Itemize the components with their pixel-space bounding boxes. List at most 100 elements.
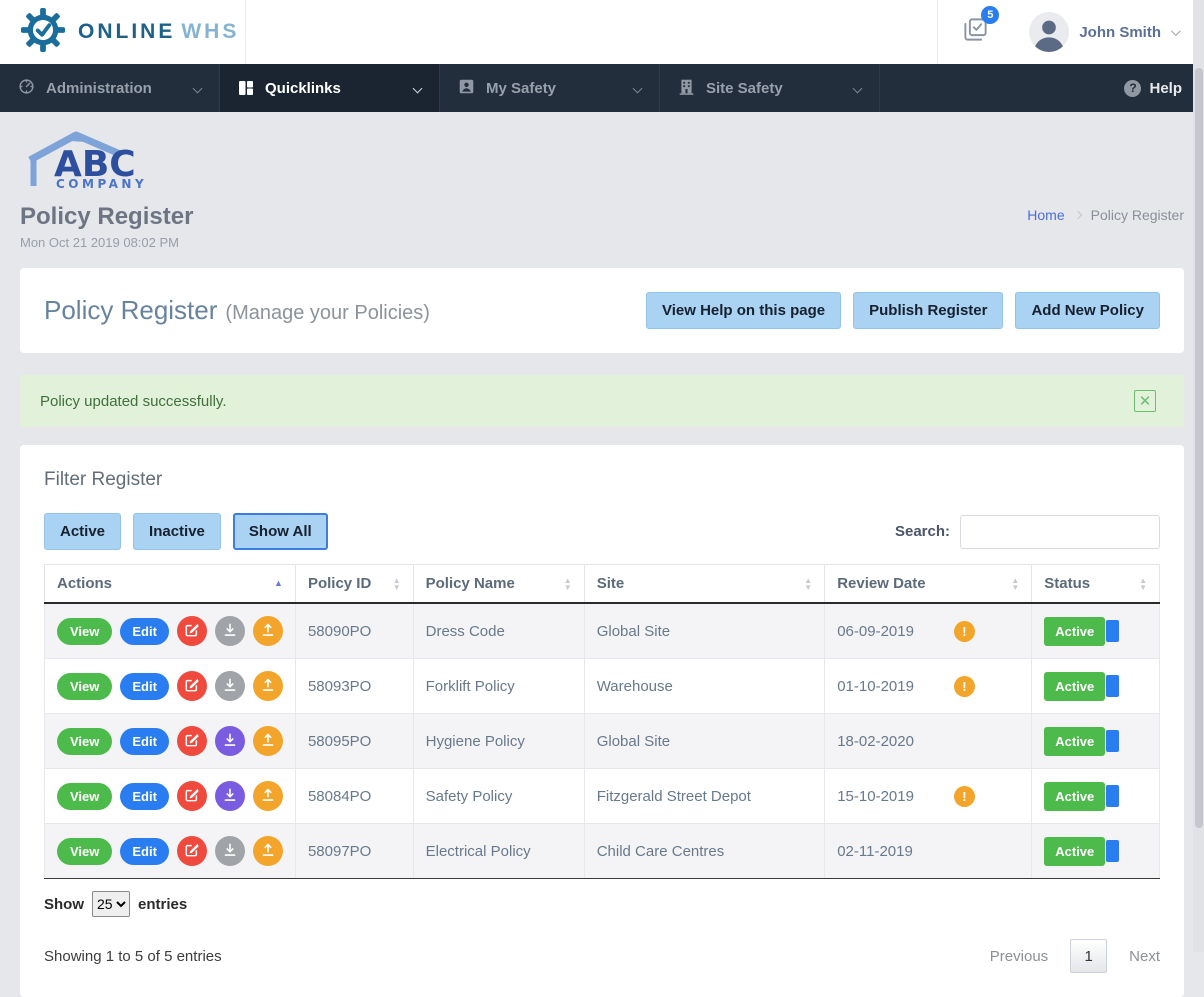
column-header-review-date[interactable]: Review Date▲▼ xyxy=(825,565,1032,604)
policy-name-cell: Forklift Policy xyxy=(413,659,584,714)
review-date-cell: 02-11-2019 xyxy=(837,843,913,860)
scrollbar-track[interactable] xyxy=(1193,0,1204,952)
view-button[interactable]: View xyxy=(57,618,112,645)
column-header-actions[interactable]: Actions▲ xyxy=(45,565,296,604)
main-nav: Administration Quicklinks My Safety xyxy=(0,64,1204,112)
site-cell: Fitzgerald Street Depot xyxy=(584,769,825,824)
table-row: ViewEdit58084POSafety PolicyFitzgerald S… xyxy=(45,769,1160,824)
upload-icon xyxy=(261,843,275,860)
review-date-cell: 18-02-2020 xyxy=(837,733,914,750)
nav-item-my-safety[interactable]: My Safety xyxy=(440,64,660,112)
policy-id-cell: 58097PO xyxy=(295,824,413,879)
column-header-policy-id[interactable]: Policy ID▲▼ xyxy=(295,565,413,604)
download-icon xyxy=(223,788,237,805)
upload-button[interactable] xyxy=(253,836,283,866)
edit-button[interactable]: Edit xyxy=(120,673,169,700)
tasks-check-icon xyxy=(962,30,989,47)
table-row: ViewEdit58093POForklift PolicyWarehouse0… xyxy=(45,659,1160,714)
user-menu[interactable]: John Smith xyxy=(1013,0,1204,64)
page-datetime: Mon Oct 21 2019 08:02 PM xyxy=(20,235,193,250)
status-badge[interactable]: Active xyxy=(1044,617,1147,646)
nav-label: Quicklinks xyxy=(265,80,341,97)
edit-button[interactable]: Edit xyxy=(120,618,169,645)
breadcrumb-home-link[interactable]: Home xyxy=(1027,207,1064,223)
nav-item-help[interactable]: ? Help xyxy=(1102,64,1204,112)
id-card-icon xyxy=(458,78,475,99)
exclamation-circle-icon: ! xyxy=(954,676,975,697)
notification-badge: 5 xyxy=(981,6,999,24)
view-button[interactable]: View xyxy=(57,673,112,700)
view-button[interactable]: View xyxy=(57,838,112,865)
nav-label: Site Safety xyxy=(706,80,783,97)
filter-show-all-button[interactable]: Show All xyxy=(233,513,328,550)
edit-button[interactable]: Edit xyxy=(120,728,169,755)
breadcrumb-current: Policy Register xyxy=(1091,207,1184,223)
notifications-button[interactable]: 5 xyxy=(962,16,989,48)
page-size-select[interactable]: 25 xyxy=(92,891,130,917)
chevron-down-icon xyxy=(413,83,423,93)
view-button[interactable]: View xyxy=(57,728,112,755)
download-button[interactable] xyxy=(215,781,245,811)
page-number-button[interactable]: 1 xyxy=(1070,939,1107,973)
brand-logo[interactable]: ONLINEWHS xyxy=(0,0,246,64)
download-button[interactable] xyxy=(215,836,245,866)
edit-note-button[interactable] xyxy=(177,836,207,866)
filter-register-panel: Filter Register Active Inactive Show All… xyxy=(20,445,1184,997)
scrollbar-thumb[interactable] xyxy=(1195,68,1203,828)
edit-button[interactable]: Edit xyxy=(120,783,169,810)
column-header-policy-name[interactable]: Policy Name▲▼ xyxy=(413,565,584,604)
status-badge[interactable]: Active xyxy=(1044,782,1147,811)
filter-inactive-button[interactable]: Inactive xyxy=(133,513,221,550)
upload-button[interactable] xyxy=(253,671,283,701)
site-cell: Global Site xyxy=(584,714,825,769)
entries-summary: Showing 1 to 5 of 5 entries xyxy=(44,948,222,965)
view-help-button[interactable]: View Help on this page xyxy=(646,292,841,329)
add-new-policy-button[interactable]: Add New Policy xyxy=(1015,292,1160,329)
edit-note-button[interactable] xyxy=(177,781,207,811)
pagination: Previous 1 Next xyxy=(990,939,1160,973)
table-row: ViewEdit58090PODress CodeGlobal Site06-0… xyxy=(45,603,1160,659)
user-name: John Smith xyxy=(1079,24,1161,41)
avatar-icon xyxy=(1029,12,1069,52)
chevron-down-icon xyxy=(193,83,203,93)
edit-button[interactable]: Edit xyxy=(120,838,169,865)
status-toggle-tab xyxy=(1106,840,1119,862)
search-input[interactable] xyxy=(960,515,1160,549)
status-badge[interactable]: Active xyxy=(1044,727,1147,756)
previous-page-button[interactable]: Previous xyxy=(990,948,1048,965)
nav-item-quicklinks[interactable]: Quicklinks xyxy=(220,64,440,112)
nav-item-site-safety[interactable]: Site Safety xyxy=(660,64,880,112)
upload-button[interactable] xyxy=(253,781,283,811)
column-header-status[interactable]: Status▲▼ xyxy=(1032,565,1160,604)
page-title: Policy Register xyxy=(20,203,193,231)
view-button[interactable]: View xyxy=(57,783,112,810)
status-toggle-tab xyxy=(1106,675,1119,697)
table-row: ViewEdit58095POHygiene PolicyGlobal Site… xyxy=(45,714,1160,769)
next-page-button[interactable]: Next xyxy=(1129,948,1160,965)
policy-id-cell: 58093PO xyxy=(295,659,413,714)
download-button[interactable] xyxy=(215,616,245,646)
edit-note-button[interactable] xyxy=(177,671,207,701)
filter-active-button[interactable]: Active xyxy=(44,513,121,550)
upload-button[interactable] xyxy=(253,616,283,646)
upload-button[interactable] xyxy=(253,726,283,756)
nav-item-administration[interactable]: Administration xyxy=(0,64,220,112)
nav-label: Help xyxy=(1149,80,1182,97)
download-button[interactable] xyxy=(215,671,245,701)
close-icon[interactable]: ✕ xyxy=(1134,390,1156,412)
status-badge[interactable]: Active xyxy=(1044,837,1147,866)
edit-note-button[interactable] xyxy=(177,726,207,756)
upload-icon xyxy=(261,733,275,750)
publish-register-button[interactable]: Publish Register xyxy=(853,292,1003,329)
chevron-down-icon xyxy=(633,83,643,93)
columns-icon xyxy=(238,80,254,96)
site-cell: Child Care Centres xyxy=(584,824,825,879)
column-header-site[interactable]: Site▲▼ xyxy=(584,565,825,604)
policy-table-body: ViewEdit58090PODress CodeGlobal Site06-0… xyxy=(45,603,1160,879)
edit-note-icon xyxy=(185,623,199,640)
edit-note-button[interactable] xyxy=(177,616,207,646)
building-icon xyxy=(678,78,695,99)
status-badge[interactable]: Active xyxy=(1044,672,1147,701)
download-button[interactable] xyxy=(215,726,245,756)
download-icon xyxy=(223,623,237,640)
